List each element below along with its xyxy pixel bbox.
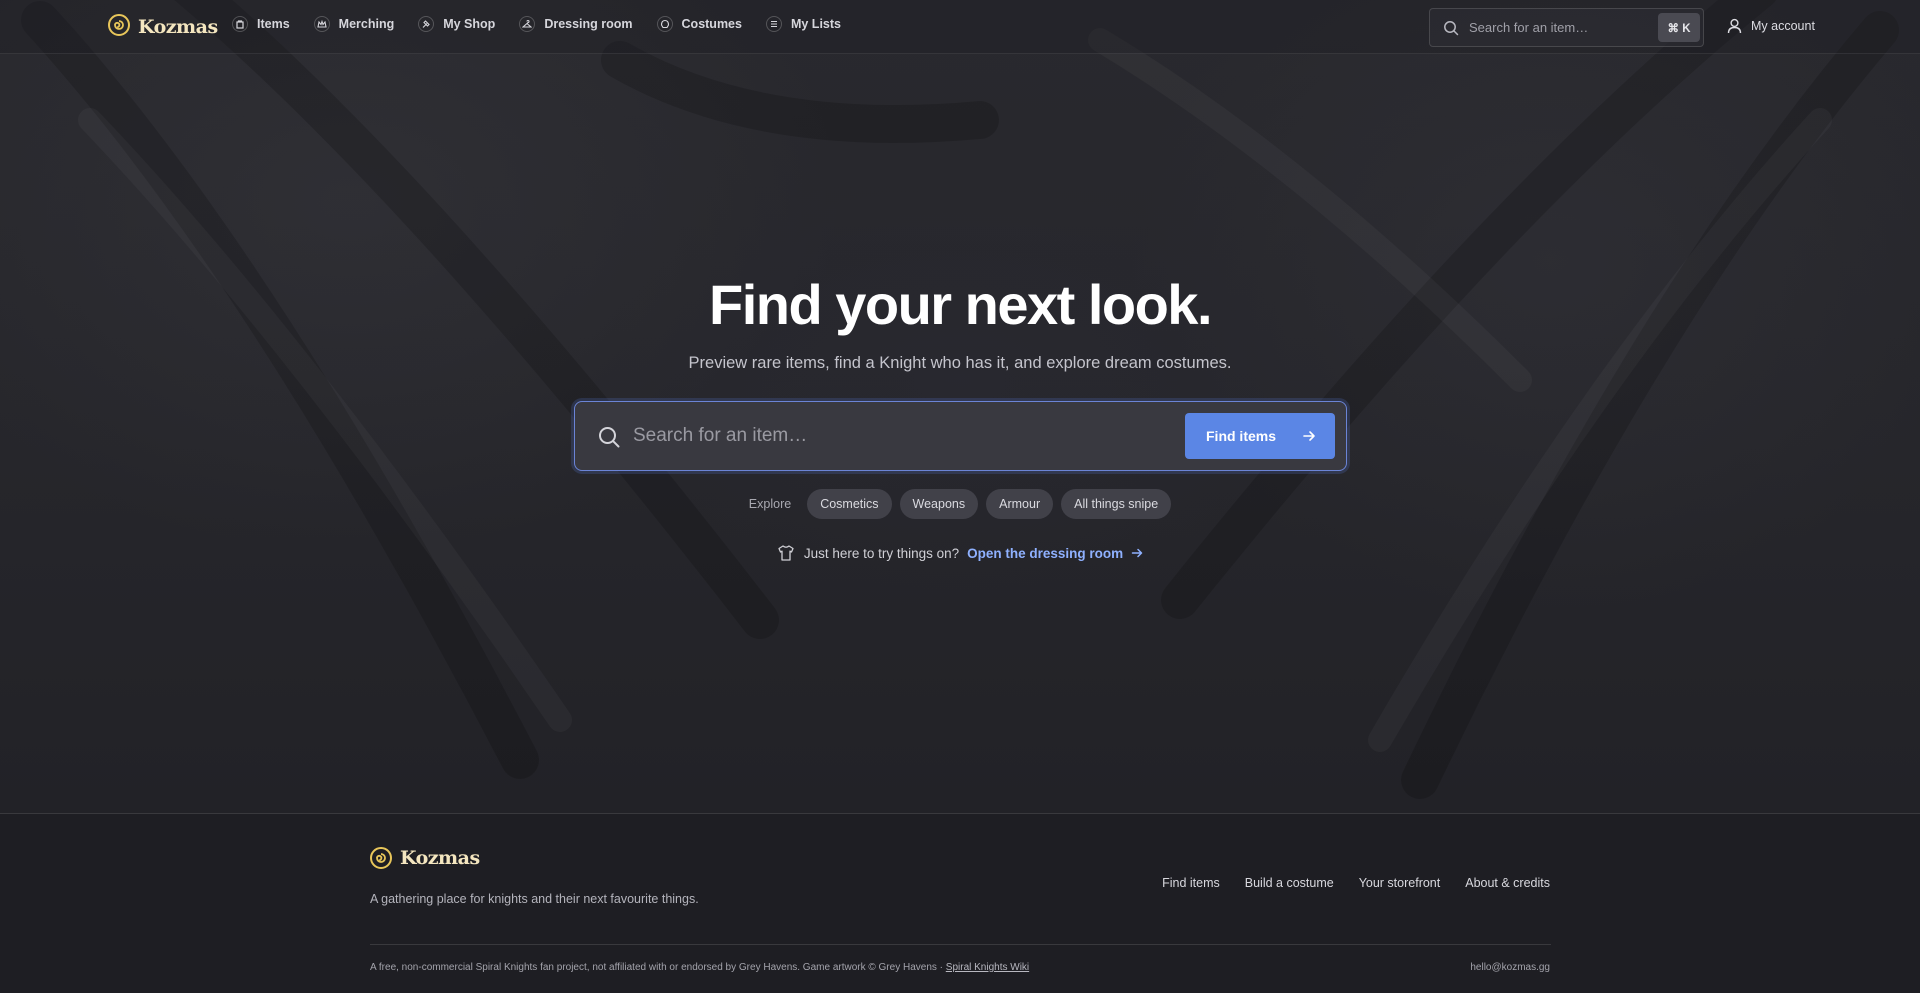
search-icon [1443, 20, 1459, 36]
nav-item-dressing-room[interactable]: Dressing room [519, 16, 633, 32]
nav-item-my-shop[interactable]: My Shop [418, 16, 495, 32]
dressing-room-prompt: Just here to try things on? Open the dre… [0, 544, 1920, 562]
footer-divider [370, 944, 1551, 945]
bag-icon [232, 16, 248, 32]
footer-link-about[interactable]: About & credits [1465, 876, 1550, 890]
footer-link-find-items[interactable]: Find items [1162, 876, 1220, 890]
main-search-input[interactable] [633, 416, 1133, 456]
tryon-text: Just here to try things on? [803, 545, 960, 561]
nav-item-label: Costumes [681, 17, 742, 31]
nav-item-label: My Shop [443, 17, 496, 31]
nav-item-items[interactable]: Items [232, 16, 290, 32]
top-navigation: Kozmas Items Merching My Shop Dressing r… [0, 0, 1920, 54]
nav-item-label: My Lists [790, 17, 841, 31]
my-account-label: My account [1751, 19, 1815, 33]
spiral-icon [108, 13, 130, 41]
legal-text: A free, non-commercial Spiral Knights fa… [370, 962, 946, 973]
footer-email[interactable]: hello@kozmas.gg [1470, 962, 1550, 973]
list-icon [765, 16, 782, 32]
user-icon [1727, 18, 1742, 34]
hammer-icon [418, 16, 435, 32]
footer-brand-name: Kozmas [400, 847, 480, 869]
footer-tagline: A gathering place for knights and their … [370, 892, 699, 906]
header-search[interactable]: Search for an item… ⌘ K [1429, 8, 1704, 47]
chip-cosmetics[interactable]: Cosmetics [807, 489, 892, 519]
footer-link-build-costume[interactable]: Build a costume [1245, 876, 1334, 890]
explore-row: Explore Cosmetics Weapons Armour All thi… [0, 489, 1920, 519]
find-items-button[interactable]: Find items [1185, 413, 1335, 459]
spiral-icon [370, 847, 392, 869]
footer-brand[interactable]: Kozmas [370, 847, 480, 869]
open-dressing-room-label: Open the dressing room [967, 545, 1124, 561]
nav-item-label: Merching [338, 17, 395, 31]
helmet-icon [656, 16, 673, 32]
chip-weapons[interactable]: Weapons [899, 489, 979, 519]
nav-item-label: Items [257, 17, 290, 31]
nav-item-merching[interactable]: Merching [313, 16, 395, 32]
arrow-right-icon [1302, 429, 1316, 446]
header-search-placeholder: Search for an item… [1469, 20, 1589, 35]
footer-link-storefront[interactable]: Your storefront [1359, 876, 1441, 890]
explore-label: Explore [748, 497, 792, 511]
brand-name: Kozmas [138, 16, 218, 38]
search-icon [597, 425, 621, 454]
open-dressing-room-link[interactable]: Open the dressing room [967, 546, 1143, 561]
arrow-right-icon [1131, 547, 1143, 559]
find-items-label: Find items [1206, 428, 1277, 444]
nav-item-label: Dressing room [544, 17, 633, 31]
footer: Kozmas A gathering place for knights and… [0, 813, 1920, 993]
nav-item-my-lists[interactable]: My Lists [765, 16, 841, 32]
hero-subtitle: Preview rare items, find a Knight who ha… [688, 354, 1232, 372]
keyboard-shortcut-badge: ⌘ K [1658, 13, 1700, 42]
main-search-box: Find items [574, 401, 1347, 471]
chip-armour[interactable]: Armour [986, 489, 1054, 519]
brand-logo[interactable]: Kozmas [108, 13, 218, 41]
nav-item-costumes[interactable]: Costumes [656, 16, 742, 32]
main-nav: Items Merching My Shop Dressing room Cos… [232, 16, 841, 32]
my-account-button[interactable]: My account [1727, 18, 1815, 34]
shirt-icon [777, 544, 795, 562]
footer-legal: A free, non-commercial Spiral Knights fa… [370, 962, 1029, 973]
wiki-link[interactable]: Spiral Knights Wiki [946, 962, 1029, 973]
footer-links: Find items Build a costume Your storefro… [1162, 876, 1550, 890]
crown-icon [313, 16, 330, 32]
hanger-icon [519, 16, 536, 32]
chip-all-things-snipe[interactable]: All things snipe [1061, 489, 1172, 519]
page-title: Find your next look. [708, 273, 1213, 336]
